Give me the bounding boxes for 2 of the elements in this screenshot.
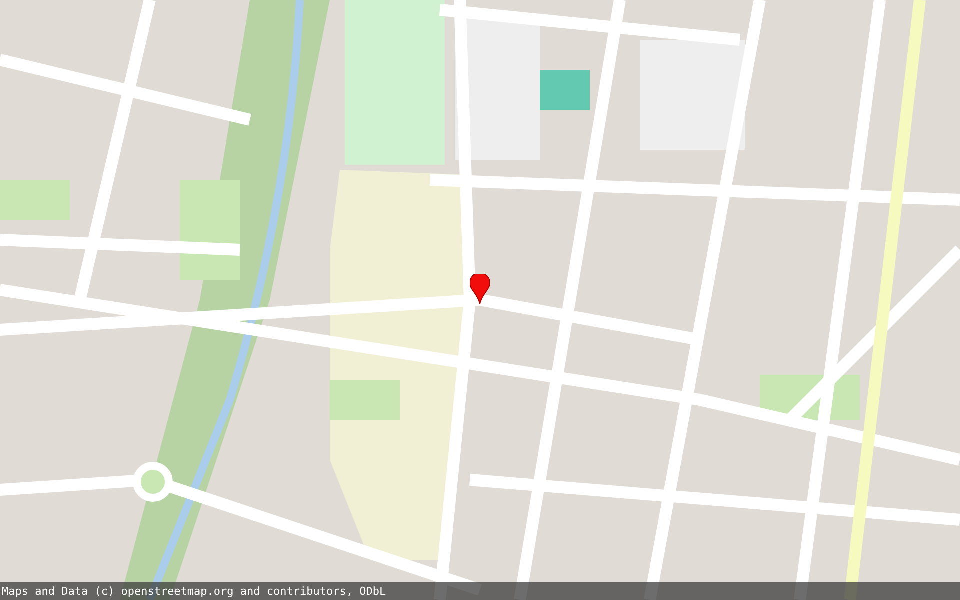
map-pin-icon: [470, 274, 490, 304]
attribution-text: Maps and Data (c) openstreetmap.org and contributors, ODbL: [2, 584, 386, 598]
